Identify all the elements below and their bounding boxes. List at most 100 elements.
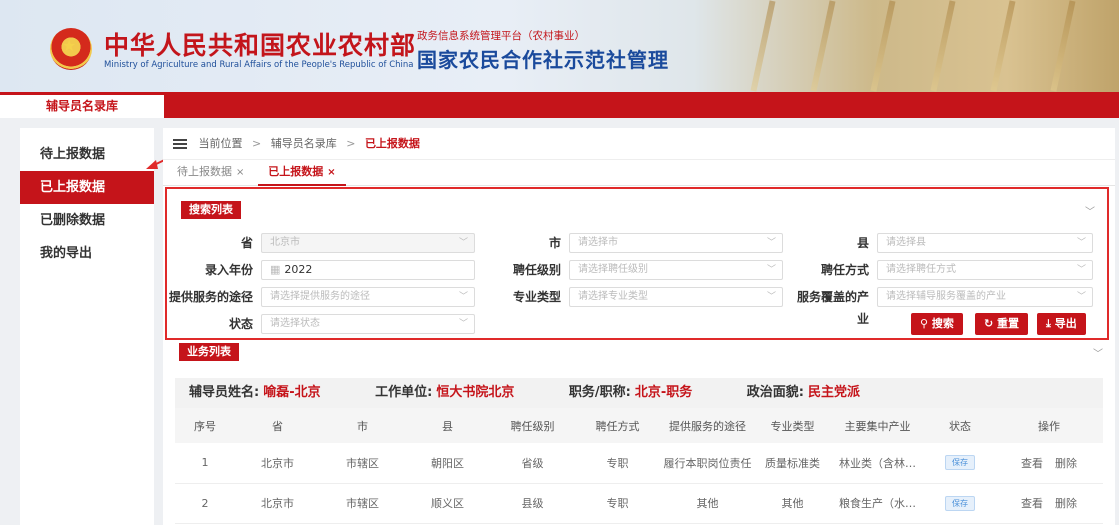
cell-industry: 林业类（含林…	[830, 443, 925, 484]
cell-way: 履行本职岗位责任	[660, 443, 755, 484]
party-label: 政治面貌:	[746, 385, 804, 400]
cell-way: 其他	[660, 483, 755, 524]
search-section-label: 搜索列表	[181, 201, 241, 219]
table-row: 2 北京市 市辖区 顺义区 县级 专职 其他 其他 粮食生产（水… 保存 查看删…	[175, 483, 1103, 524]
top-nav-bar: 辅导员名录库	[0, 92, 1119, 118]
chevron-down-icon[interactable]: ﹀	[1085, 203, 1095, 218]
column-header: 状态	[925, 408, 995, 443]
page-tabs: 待上报数据 × 已上报数据 ×	[163, 160, 1115, 186]
cell-county: 顺义区	[405, 483, 490, 524]
ministry-name-en: Ministry of Agriculture and Rural Affair…	[104, 60, 414, 70]
view-button[interactable]: 查看	[1021, 457, 1043, 470]
export-button[interactable]: ⤓ 导出	[1037, 313, 1086, 335]
sidebar: 待上报数据 已上报数据 已删除数据 我的导出	[20, 128, 154, 525]
city-select[interactable]: 请选择市 ﹀	[569, 233, 783, 253]
status-label: 状态	[228, 317, 253, 331]
breadcrumb-prefix: 当前位置	[198, 137, 243, 150]
column-header: 县	[405, 408, 490, 443]
wheat-decoration	[750, 0, 776, 92]
breadcrumb-current: 已上报数据	[364, 137, 420, 150]
ministry-name: 中华人民共和国农业农村部	[104, 31, 417, 60]
search-button[interactable]: ⚲ 搜索	[911, 313, 963, 335]
close-icon[interactable]: ×	[327, 167, 335, 178]
main-content: 当前位置 > 辅导员名录库 > 已上报数据 待上报数据 × 已上报数据 × 搜索列表…	[163, 128, 1115, 525]
business-table: 序号 省 市 县 聘任级别 聘任方式 提供服务的途径 专业类型 主要集中产业 状…	[175, 408, 1103, 524]
business-section-label: 业务列表	[179, 343, 239, 361]
tab-pending[interactable]: 待上报数据 ×	[167, 160, 254, 186]
chevron-down-icon: ﹀	[766, 292, 776, 302]
column-header: 聘任级别	[490, 408, 575, 443]
county-label: 县	[856, 236, 869, 250]
chevron-down-icon: ﹀	[1076, 292, 1086, 302]
chevron-down-icon: ﹀	[458, 292, 468, 302]
download-icon: ⤓	[1046, 317, 1055, 330]
breadcrumb-separator: >	[252, 137, 262, 150]
wheat-decoration	[810, 0, 836, 92]
delete-button[interactable]: 删除	[1055, 497, 1077, 510]
status-badge: 保存	[945, 495, 975, 511]
sidebar-item-my-exports[interactable]: 我的导出	[20, 237, 154, 270]
table-header-row: 序号 省 市 县 聘任级别 聘任方式 提供服务的途径 专业类型 主要集中产业 状…	[175, 408, 1103, 443]
reset-button[interactable]: ↻ 重置	[975, 313, 1029, 335]
view-button[interactable]: 查看	[1021, 497, 1043, 510]
cell-city: 市辖区	[320, 483, 405, 524]
refresh-icon: ↻	[984, 317, 998, 330]
close-icon[interactable]: ×	[236, 167, 244, 178]
cell-actions: 查看 删除	[995, 483, 1103, 524]
counselor-name: 喻磊-北京	[263, 385, 321, 400]
title-label: 职务/职称:	[568, 385, 631, 400]
wheat-decoration	[1050, 0, 1076, 92]
method-select[interactable]: 请选择聘任方式 ﹀	[877, 260, 1093, 280]
major-label: 专业类型	[512, 290, 561, 304]
service-way-label: 提供服务的途径	[168, 290, 253, 304]
column-header: 市	[320, 408, 405, 443]
chevron-down-icon: ﹀	[766, 238, 776, 248]
cell-method: 专职	[575, 483, 660, 524]
year-picker[interactable]: ▦ 2022	[261, 260, 475, 280]
level-select[interactable]: 请选择聘任级别 ﹀	[569, 260, 783, 280]
chevron-down-icon: ﹀	[458, 319, 468, 329]
search-icon: ⚲	[920, 317, 932, 330]
tab-reported[interactable]: 已上报数据 ×	[258, 160, 346, 186]
year-label: 录入年份	[204, 263, 253, 277]
cell-no: 2	[175, 483, 235, 524]
wheat-decoration	[870, 0, 896, 92]
counselor-unit: 恒大书院北京	[436, 385, 515, 400]
sidebar-item-deleted[interactable]: 已删除数据	[20, 204, 154, 237]
calendar-icon: ▦	[270, 263, 281, 276]
column-header: 专业类型	[755, 408, 830, 443]
chevron-down-icon: ﹀	[1076, 265, 1086, 275]
chevron-down-icon[interactable]: ﹀	[1093, 345, 1103, 360]
industry-select[interactable]: 请选择辅导服务覆盖的产业 ﹀	[877, 287, 1093, 307]
service-way-select[interactable]: 请选择提供服务的途径 ﹀	[261, 287, 475, 307]
method-label: 聘任方式	[820, 263, 869, 277]
chevron-down-icon: ﹀	[458, 238, 468, 248]
column-header: 省	[235, 408, 320, 443]
platform-subtitle: 政务信息系统管理平台（农村事业）	[417, 30, 585, 42]
province-select: 北京市 ﹀	[261, 233, 475, 253]
cell-major: 质量标准类	[755, 443, 830, 484]
breadcrumb: 当前位置 > 辅导员名录库 > 已上报数据	[163, 128, 1115, 160]
breadcrumb-level1[interactable]: 辅导员名录库	[271, 137, 337, 150]
platform-title: 国家农民合作社示范社管理	[417, 48, 669, 72]
delete-button[interactable]: 删除	[1055, 457, 1077, 470]
chevron-down-icon: ﹀	[1076, 238, 1086, 248]
industry-label: 服务覆盖的产业	[796, 290, 869, 326]
cell-province: 北京市	[235, 483, 320, 524]
sidebar-item-pending[interactable]: 待上报数据	[20, 138, 154, 171]
wheat-decoration	[930, 0, 956, 92]
nav-tab-counselor-directory[interactable]: 辅导员名录库	[0, 92, 164, 118]
counselor-info: 辅导员姓名: 喻磊-北京 工作单位: 恒大书院北京 职务/职称: 北京-职务 政治面貌…	[175, 378, 1103, 408]
menu-icon[interactable]	[173, 137, 187, 151]
cell-no: 1	[175, 443, 235, 484]
status-select[interactable]: 请选择状态 ﹀	[261, 314, 475, 334]
cell-status: 保存	[925, 483, 995, 524]
sidebar-item-reported[interactable]: 已上报数据	[20, 171, 154, 204]
chevron-down-icon: ﹀	[766, 265, 776, 275]
level-label: 聘任级别	[512, 263, 561, 277]
major-select[interactable]: 请选择专业类型 ﹀	[569, 287, 783, 307]
county-select[interactable]: 请选择县 ﹀	[877, 233, 1093, 253]
cell-actions: 查看 删除	[995, 443, 1103, 484]
column-header: 序号	[175, 408, 235, 443]
counselor-title: 北京-职务	[634, 385, 693, 400]
